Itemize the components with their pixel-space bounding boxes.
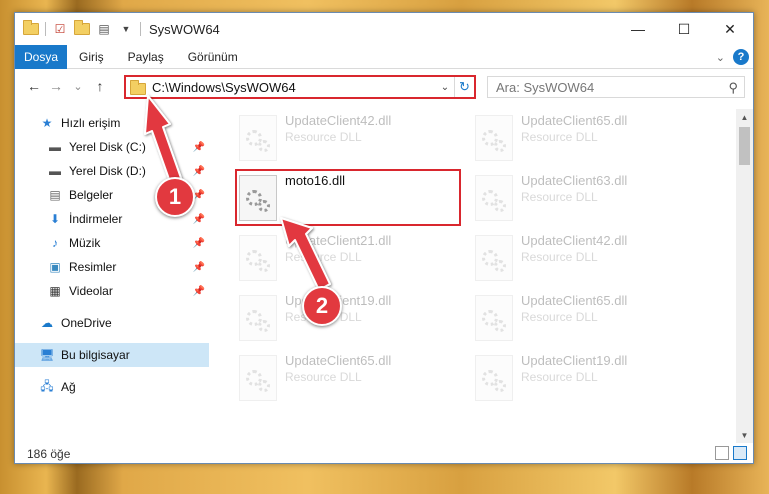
arrow-to-file [280,217,331,291]
step-1-badge: 1 [155,177,195,217]
step-2-badge: 2 [302,286,342,326]
arrow-to-address-bar [144,95,182,183]
annotation-arrows [144,95,331,291]
